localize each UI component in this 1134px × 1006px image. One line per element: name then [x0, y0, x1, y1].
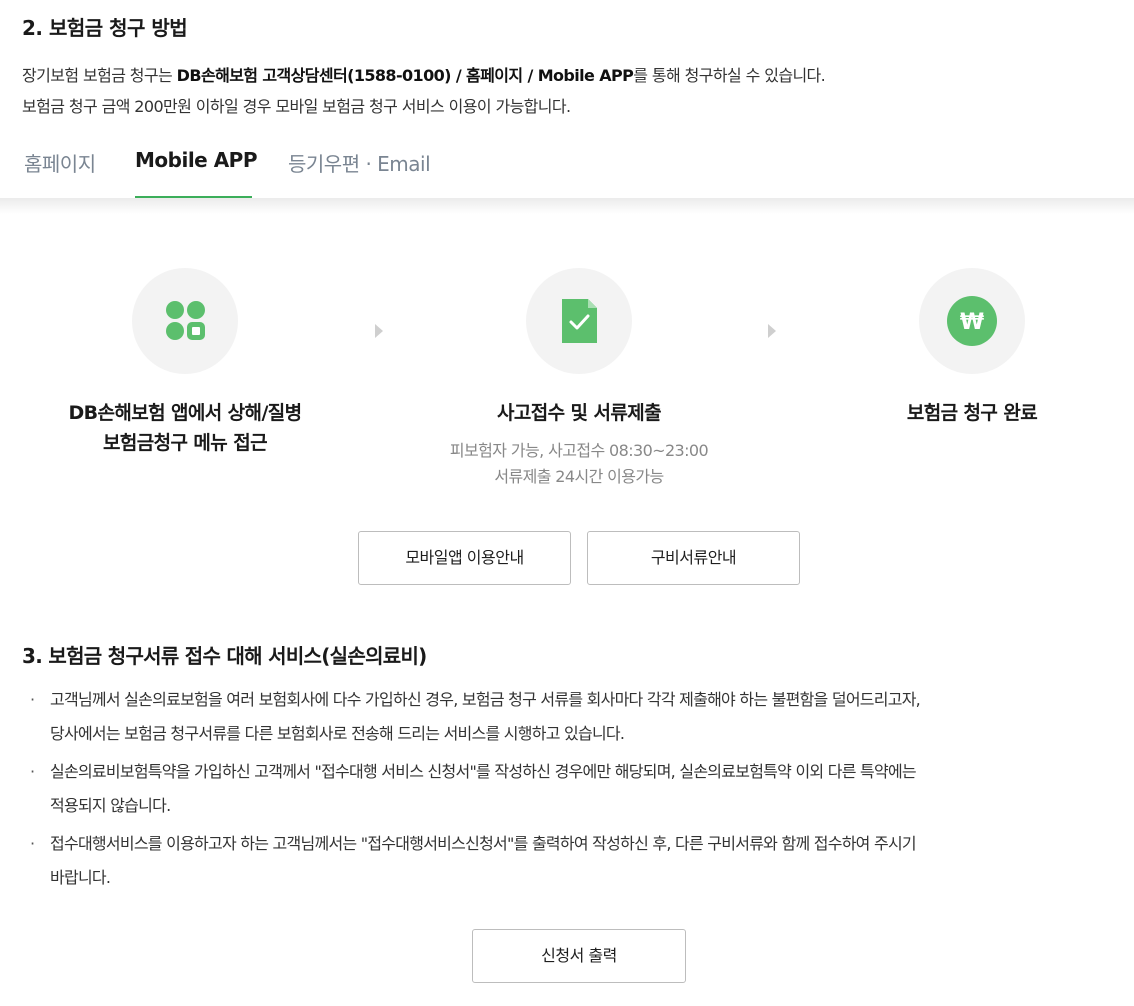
step-1-title: DB손해보험 앱에서 상해/질병 보험금청구 메뉴 접근 — [68, 402, 302, 454]
step-arrow-icon — [768, 324, 776, 338]
claim-channels: DB손해보험 고객상담센터(1588-0100) / 홈페이지 / Mobile… — [176, 66, 634, 85]
bullet-mark: · — [30, 762, 35, 781]
section-2-title: 2. 보험금 청구 방법 — [22, 16, 188, 40]
tab-divider-shadow — [0, 198, 1134, 214]
required-documents-button[interactable]: 구비서류안내 — [587, 531, 800, 585]
step-2-subtitle: 피보험자 가능, 사고접수 08:30~23:00 서류제출 24시간 이용가능 — [449, 441, 709, 486]
list-item: · 고객님께서 실손의료보험을 여러 보험회사에 다수 가입하신 경우, 보험금… — [30, 683, 1110, 751]
app-grid-icon — [166, 301, 205, 340]
list-item: · 실손의료비보험특약을 가입하신 고객께서 "접수대행 서비스 신청서"를 작… — [30, 755, 1110, 823]
won-symbol: ₩ — [960, 310, 984, 335]
claim-method-tabs: 홈페이지 Mobile APP 등기우편 · Email — [0, 136, 1134, 198]
section-3-title: 3. 보험금 청구서류 접수 대해 서비스(실손의료비) — [22, 644, 427, 668]
tab-homepage[interactable]: 홈페이지 — [24, 148, 96, 198]
service-notes-list: · 고객님께서 실손의료보험을 여러 보험회사에 다수 가입하신 경우, 보험금… — [30, 683, 1110, 899]
mobile-app-guide-button[interactable]: 모바일앱 이용안내 — [358, 531, 571, 585]
mobile-claim-note: 보험금 청구 금액 200만원 이하일 경우 모바일 보험금 청구 서비스 이용… — [22, 97, 571, 116]
print-application-button[interactable]: 신청서 출력 — [472, 929, 686, 983]
step-1-icon-circle — [132, 268, 238, 374]
list-item: · 접수대행서비스를 이용하고자 하는 고객님께서는 "접수대행서비스신청서"를… — [30, 827, 1110, 895]
step-3-icon-circle: ₩ — [919, 268, 1025, 374]
bullet-mark: · — [30, 690, 35, 709]
step-2-icon-circle — [526, 268, 632, 374]
step-2-title: 사고접수 및 서류제출 — [497, 402, 662, 424]
document-check-icon — [562, 299, 597, 343]
won-icon: ₩ — [947, 296, 997, 346]
claim-method-description: 장기보험 보험금 청구는 DB손해보험 고객상담센터(1588-0100) / … — [22, 66, 826, 85]
bullet-mark: · — [30, 834, 35, 853]
tab-mobile-app[interactable]: Mobile APP — [135, 148, 258, 198]
step-3-title: 보험금 청구 완료 — [906, 402, 1038, 424]
tab-mail-email[interactable]: 등기우편 · Email — [288, 148, 431, 198]
step-arrow-icon — [375, 324, 383, 338]
